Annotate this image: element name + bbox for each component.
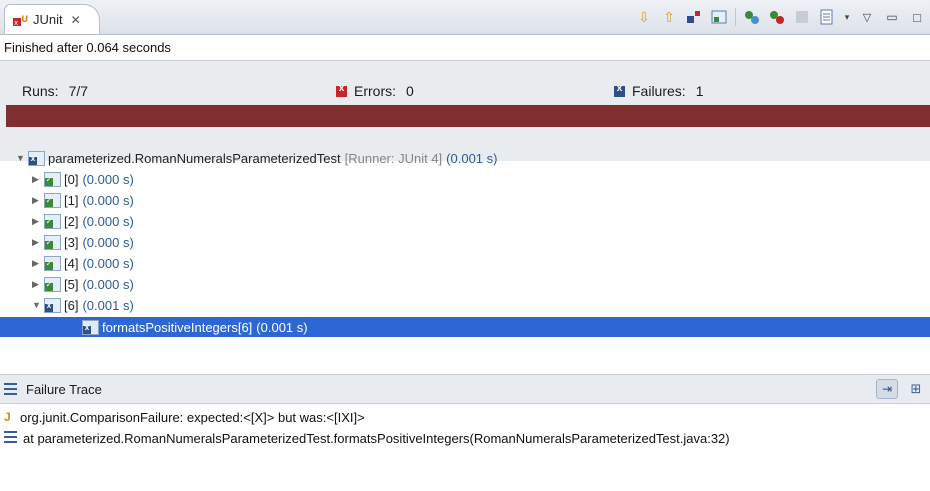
junit-icon: x U — [13, 13, 29, 27]
errors-counter: Errors: 0 — [336, 83, 414, 99]
runs-counter: Runs: 7/7 — [22, 83, 88, 99]
runs-label: Runs: — [22, 83, 59, 99]
tab-label: JUnit — [33, 12, 63, 27]
tree-item-time: (0.001 s) — [82, 297, 134, 313]
filter-stack-trace-icon[interactable]: ⇥ — [876, 379, 898, 399]
tree-item-time: (0.000 s) — [82, 192, 134, 208]
view-tab-bar: x U JUnit ✕ ⇩ ⇧ ▾ ▽ ▭ □ — [0, 0, 930, 35]
suite-runner: [Runner: JUnit 4] — [344, 150, 443, 166]
test-failed-icon — [82, 319, 99, 335]
tree-item-row[interactable]: ▶ [2] (0.000 s) — [32, 211, 134, 231]
tree-item-row[interactable]: ▶ [3] (0.000 s) — [32, 232, 134, 252]
errors-label: Errors: — [354, 83, 396, 99]
stop-icon[interactable] — [793, 8, 811, 26]
svg-text:U: U — [21, 15, 28, 25]
tree-item-label: [0] — [64, 171, 79, 187]
chevron-right-icon[interactable]: ▶ — [32, 279, 42, 290]
tree-item-row[interactable]: ▶ [0] (0.000 s) — [32, 169, 134, 189]
test-suite-ok-icon — [44, 213, 61, 229]
tree-item-label: [1] — [64, 192, 79, 208]
chevron-right-icon[interactable]: ▶ — [32, 174, 42, 185]
chevron-right-icon[interactable]: ▶ — [32, 258, 42, 269]
tree-item-time: (0.000 s) — [82, 171, 134, 187]
runs-value: 7/7 — [68, 83, 89, 99]
tree-item-time: (0.000 s) — [82, 213, 134, 229]
toolbar-separator — [735, 8, 736, 26]
tree-item-time: (0.000 s) — [82, 255, 134, 271]
trace-line-text: at parameterized.RomanNumeralsParameteri… — [23, 430, 730, 446]
tree-suite-row[interactable]: ▼ parameterized.RomanNumeralsParameteriz… — [16, 148, 497, 168]
test-suite-failed-icon — [44, 297, 61, 313]
failure-icon — [614, 83, 625, 97]
tree-item-time: (0.000 s) — [82, 234, 134, 250]
error-icon — [336, 83, 347, 97]
chevron-down-icon[interactable]: ▼ — [16, 153, 26, 163]
progress-bar — [6, 105, 930, 127]
chevron-down-icon[interactable]: ▼ — [32, 300, 42, 310]
test-suite-failed-icon — [28, 150, 45, 166]
tree-item-time: (0.000 s) — [82, 276, 134, 292]
suite-name: parameterized.RomanNumeralsParameterized… — [48, 150, 341, 166]
chevron-down-icon[interactable]: ▾ — [843, 8, 851, 26]
svg-text:x: x — [14, 19, 18, 27]
tree-item-label: [6] — [64, 297, 79, 313]
tree-item-label: formatsPositiveIntegers[6] — [102, 319, 253, 335]
test-suite-ok-icon — [44, 171, 61, 187]
trace-line[interactable]: at parameterized.RomanNumeralsParameteri… — [4, 428, 730, 448]
stack-trace-icon — [4, 383, 17, 395]
tree-item-time: (0.001 s) — [256, 319, 308, 335]
minimize-icon[interactable]: ▭ — [883, 8, 901, 26]
tree-item-label: [5] — [64, 276, 79, 292]
test-run-history-icon[interactable] — [818, 8, 836, 26]
tree-item-label: [4] — [64, 255, 79, 271]
close-icon[interactable]: ✕ — [71, 13, 81, 27]
trace-line[interactable]: J org.junit.ComparisonFailure: expected:… — [4, 407, 365, 427]
rerun-test-icon[interactable] — [743, 8, 761, 26]
failures-value: 1 — [695, 83, 704, 99]
trace-line-text: org.junit.ComparisonFailure: expected:<[… — [20, 409, 365, 425]
test-suite-ok-icon — [44, 192, 61, 208]
test-suite-ok-icon — [44, 255, 61, 271]
failures-label: Failures: — [632, 83, 686, 99]
tab-junit[interactable]: x U JUnit ✕ — [4, 4, 100, 34]
errors-value: 0 — [406, 83, 414, 99]
suite-time: (0.001 s) — [446, 150, 498, 166]
failures-counter: Failures: 1 — [614, 83, 703, 99]
tree-item-label: [3] — [64, 234, 79, 250]
chevron-right-icon[interactable]: ▶ — [32, 237, 42, 248]
test-suite-ok-icon — [44, 234, 61, 250]
stack-frame-icon — [4, 430, 17, 446]
failure-trace-title: Failure Trace — [26, 382, 102, 397]
exception-icon: J — [4, 410, 11, 424]
rerun-failed-first-icon[interactable] — [768, 8, 786, 26]
failure-trace-header: Failure Trace ⇥ ⊞ — [0, 374, 930, 404]
view-menu-icon[interactable]: ▽ — [858, 8, 876, 26]
chevron-right-icon[interactable]: ▶ — [32, 216, 42, 227]
tree-item-row[interactable]: ▶ [1] (0.000 s) — [32, 190, 134, 210]
tree-item-row[interactable]: ▼ [6] (0.001 s) — [32, 295, 134, 315]
test-tree[interactable]: ▼ parameterized.RomanNumeralsParameteriz… — [0, 148, 930, 374]
scroll-lock-icon[interactable] — [710, 8, 728, 26]
view-toolbar: ⇩ ⇧ ▾ ▽ ▭ □ — [635, 6, 926, 28]
test-suite-ok-icon — [44, 276, 61, 292]
tree-item-selected[interactable]: formatsPositiveIntegers[6] (0.001 s) — [0, 317, 930, 337]
maximize-icon[interactable]: □ — [908, 8, 926, 26]
run-status-text: Finished after 0.064 seconds — [4, 40, 171, 55]
tree-item-row[interactable]: ▶ [4] (0.000 s) — [32, 253, 134, 273]
previous-failure-icon[interactable]: ⇧ — [660, 8, 678, 26]
tree-item-label: [2] — [64, 213, 79, 229]
show-failures-only-icon[interactable] — [685, 8, 703, 26]
compare-result-icon[interactable]: ⊞ — [906, 380, 926, 398]
tree-item-row[interactable]: ▶ [5] (0.000 s) — [32, 274, 134, 294]
next-failure-icon[interactable]: ⇩ — [635, 8, 653, 26]
chevron-right-icon[interactable]: ▶ — [32, 195, 42, 206]
